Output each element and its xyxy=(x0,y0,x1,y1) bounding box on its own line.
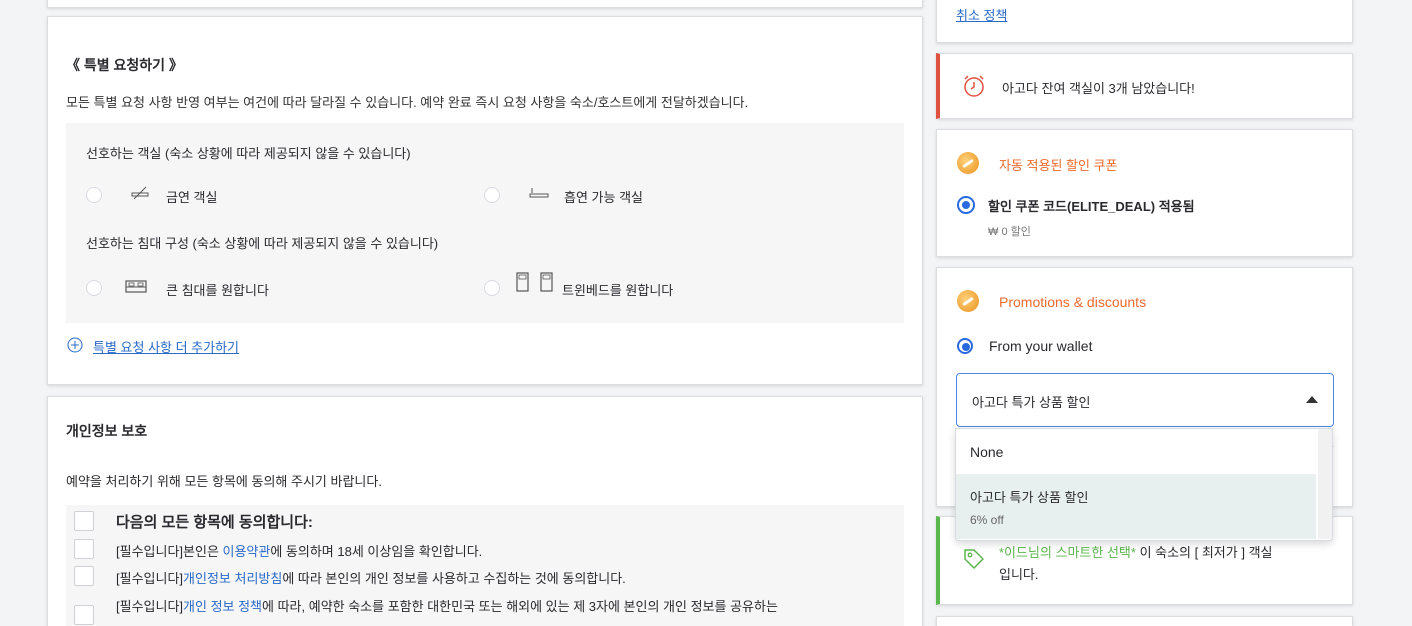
smart-choice-line2: 입니다. xyxy=(999,567,1039,582)
coupon-applied-radio[interactable] xyxy=(957,196,975,214)
privacy-consent-text: [필수입니다]개인정보 처리방침에 따라 본인의 개인 정보를 사용하고 수집하… xyxy=(116,568,626,587)
twin-bed-label[interactable]: 트윈베드를 원합니다 xyxy=(562,280,673,299)
add-more-requests-link[interactable]: 특별 요청 사항 더 추가하기 xyxy=(93,337,239,356)
add-circle-icon xyxy=(67,337,83,353)
bottom-card-fragment xyxy=(936,616,1353,626)
wallet-label: From your wallet xyxy=(989,338,1093,354)
terms-suffix: 에 동의하며 18세 이상임을 확인합니다. xyxy=(270,544,483,559)
coupon-discount-amount: ₩ 0 할인 xyxy=(988,226,1031,238)
coupon-applied-label: 할인 쿠폰 코드(ELITE_DEAL) 적용됨 xyxy=(988,199,1195,214)
smart-choice-rest: 이 숙소의 [ 최저가 ] 객실 xyxy=(1135,545,1273,560)
coupon-coin-icon xyxy=(957,152,979,174)
promotion-dropdown-menu: None 아고다 특가 상품 할인 6% off xyxy=(955,428,1333,541)
share-consent-text: [필수입니다]개인 정보 정책에 따라, 예약한 숙소를 포함한 대한민국 또는… xyxy=(116,596,778,615)
non-smoking-radio[interactable] xyxy=(86,187,102,203)
bed-preference-label: 선호하는 침대 구성 (숙소 상황에 따라 제공되지 않을 수 있습니다) xyxy=(86,236,439,251)
coupon-title: 자동 적용된 할인 쿠폰 xyxy=(999,158,1118,173)
double-bed-icon xyxy=(124,277,148,295)
privacy-prefix: [필수입니다] xyxy=(116,571,184,586)
privacy-policy-link[interactable]: 개인정보 처리방침 xyxy=(183,571,282,586)
privacy-description: 예약을 처리하기 위해 모든 항목에 동의해 주시기 바랍니다. xyxy=(66,474,382,489)
share-suffix: 에 따라, 예약한 숙소를 포함한 대한민국 또는 해외에 있는 제 3자에 본… xyxy=(262,599,778,614)
room-preference-label: 선호하는 객실 (숙소 상황에 따라 제공되지 않을 수 있습니다) xyxy=(86,146,411,161)
special-request-title: 《 특별 요청하기 》 xyxy=(66,57,183,73)
special-request-description: 모든 특별 요청 사항 반영 여부는 여건에 따라 달라질 수 있습니다. 예약… xyxy=(66,95,749,110)
share-info-checkbox[interactable] xyxy=(74,605,94,625)
terms-consent-text: [필수입니다]본인은 이용약관에 동의하며 18세 이상임을 확인합니다. xyxy=(116,541,482,560)
privacy-card: 개인정보 보호 예약을 처리하기 위해 모든 항목에 동의해 주시기 바랍니다.… xyxy=(47,396,923,626)
special-request-card: 《 특별 요청하기 》 모든 특별 요청 사항 반영 여부는 여건에 따라 달라… xyxy=(47,16,923,385)
wallet-radio[interactable] xyxy=(957,338,973,354)
coupon-card: 자동 적용된 할인 쿠폰 할인 쿠폰 코드(ELITE_DEAL) 적용됨 ₩ … xyxy=(936,129,1353,257)
large-bed-radio[interactable] xyxy=(86,280,102,296)
privacy-policy-checkbox[interactable] xyxy=(74,566,94,586)
dropdown-scrollbar[interactable] xyxy=(1318,429,1332,539)
smart-choice-text: *이드님의 스마트한 선택* 이 숙소의 [ 최저가 ] 객실 입니다. xyxy=(999,542,1339,586)
twin-bed-icon xyxy=(514,271,558,295)
no-smoking-icon xyxy=(130,185,152,201)
agree-all-label[interactable]: 다음의 모든 항목에 동의합니다: xyxy=(116,511,313,532)
agree-all-checkbox[interactable] xyxy=(74,511,94,531)
privacy-suffix: 에 따라 본인의 개인 정보를 사용하고 수집하는 것에 동의합니다. xyxy=(282,571,626,586)
cancellation-card: 취소 정책 xyxy=(936,0,1353,43)
caret-up-icon xyxy=(1306,396,1318,403)
promotion-coin-icon xyxy=(957,290,979,312)
request-options-panel: 선호하는 객실 (숙소 상황에 따라 제공되지 않을 수 있습니다) 금연 객실… xyxy=(66,123,904,323)
price-tag-icon xyxy=(962,547,986,571)
top-card-fragment xyxy=(47,0,923,8)
cancellation-policy-link[interactable]: 취소 정책 xyxy=(956,5,1007,24)
promotion-select[interactable]: 아고다 특가 상품 할인 xyxy=(956,373,1334,427)
dropdown-option-agoda-deal[interactable]: 아고다 특가 상품 할인 6% off xyxy=(956,474,1316,539)
smoking-icon xyxy=(528,185,550,201)
option-agoda-deal-label: 아고다 특가 상품 할인 xyxy=(970,490,1089,505)
option-agoda-deal-sub: 6% off xyxy=(970,513,1004,527)
large-bed-label[interactable]: 큰 침대를 원합니다 xyxy=(166,280,269,299)
terms-checkbox[interactable] xyxy=(74,539,94,559)
smoking-label[interactable]: 흡연 가능 객실 xyxy=(564,187,643,206)
privacy-title: 개인정보 보호 xyxy=(66,423,148,439)
option-none-label: None xyxy=(970,444,1004,460)
share-prefix: [필수입니다] xyxy=(116,599,184,614)
urgency-card: 아고다 잔여 객실이 3개 남았습니다! xyxy=(936,53,1353,119)
promotions-title: Promotions & discounts xyxy=(999,294,1147,310)
terms-prefix: [필수입니다]본인은 xyxy=(116,544,223,559)
smoking-radio[interactable] xyxy=(484,187,500,203)
twin-bed-radio[interactable] xyxy=(484,280,500,296)
personal-info-policy-link[interactable]: 개인 정보 정책 xyxy=(183,599,262,614)
smart-choice-highlight: *이드님의 스마트한 선택* xyxy=(999,545,1136,560)
dropdown-option-none[interactable]: None xyxy=(956,429,1316,474)
alarm-clock-icon xyxy=(962,74,986,98)
promotion-select-value: 아고다 특가 상품 할인 xyxy=(972,395,1091,410)
non-smoking-label[interactable]: 금연 객실 xyxy=(166,187,217,206)
rooms-left-text: 아고다 잔여 객실이 3개 남았습니다! xyxy=(1002,81,1195,96)
terms-of-use-link[interactable]: 이용약관 xyxy=(223,544,271,559)
